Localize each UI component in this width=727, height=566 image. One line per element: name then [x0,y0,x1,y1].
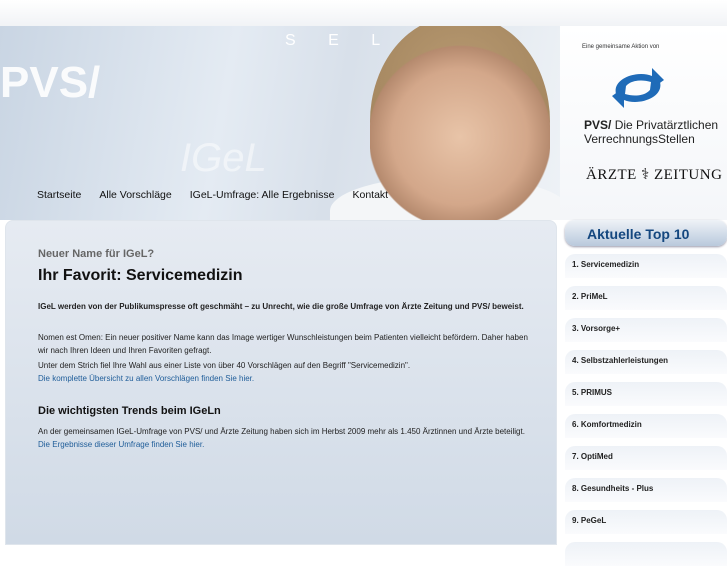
banner-text: S E L [285,32,395,49]
pvs-logo-subtext: VerrechnungsStellen [584,132,695,146]
all-suggestions-link[interactable]: Die komplette Übersicht zu allen Vorschl… [38,372,538,385]
nav-kontakt[interactable]: Kontakt [352,189,388,202]
section-heading: Die wichtigsten Trends beim IGeLn [38,405,221,417]
paragraph-2: Unter dem Strich fiel Ihre Wahl aus eine… [38,361,411,370]
top10-item[interactable]: 8. Gesundheits - Plus [565,478,727,502]
pvs-logo-text: PVS/ Die Privatärztlichen [584,118,719,132]
partner-intro: Eine gemeinsame Aktion von [582,44,660,50]
top10-item[interactable]: 6. Komfortmedizin [565,414,727,438]
top10-item-partial[interactable] [565,542,727,566]
nav-alle-vorschlaege[interactable]: Alle Vorschläge [99,189,171,202]
pvs-arrows-logo-icon [612,68,664,108]
igel-watermark: IGeL [180,136,267,180]
top10-sidebar: Aktuelle Top 10 1. Servicemedizin 2. Pri… [565,220,727,566]
top10-item[interactable]: 9. PeGeL [565,510,727,534]
top10-title: Aktuelle Top 10 [565,220,727,246]
nav-umfrage-ergebnisse[interactable]: IGeL-Umfrage: Alle Ergebnisse [190,189,335,202]
top10-item[interactable]: 1. Servicemedizin [565,254,727,278]
page-title: Ihr Favorit: Servicemedizin [38,267,243,284]
pvs-watermark: PVS/ [0,58,101,107]
top10-item[interactable]: 5. PRIMUS [565,382,727,406]
paragraph-1: Nomen est Omen: Ein neuer positiver Name… [38,333,528,355]
top10-item[interactable]: 3. Vorsorge+ [565,318,727,342]
top10-item[interactable]: 4. Selbstzahlerleistungen [565,350,727,374]
banner-photo-doctor [370,26,550,220]
top10-item[interactable]: 7. OptiMed [565,446,727,470]
partner-logos: Eine gemeinsame Aktion von PVS/ Die Priv… [560,26,727,220]
top10-item[interactable]: 2. PriMeL [565,286,727,310]
paragraph-3-text: An der gemeinsamen IGeL-Umfrage von PVS/… [38,427,525,436]
main-nav: Startseite Alle Vorschläge IGeL-Umfrage:… [37,189,388,202]
survey-results-link[interactable]: Die Ergebnisse dieser Umfrage finden Sie… [38,440,204,449]
content-panel: Neuer Name für IGeL? Ihr Favorit: Servic… [5,220,557,545]
aerzte-zeitung-logo: ÄRZTE ⚕ ZEITUNG [586,167,723,183]
top-bar [0,0,727,26]
nav-startseite[interactable]: Startseite [37,189,81,202]
paragraph-3: An der gemeinsamen IGeL-Umfrage von PVS/… [38,425,538,451]
lead-text: IGeL werden von der Publikumspresse oft … [38,302,524,311]
kicker: Neuer Name für IGeL? [38,248,155,260]
